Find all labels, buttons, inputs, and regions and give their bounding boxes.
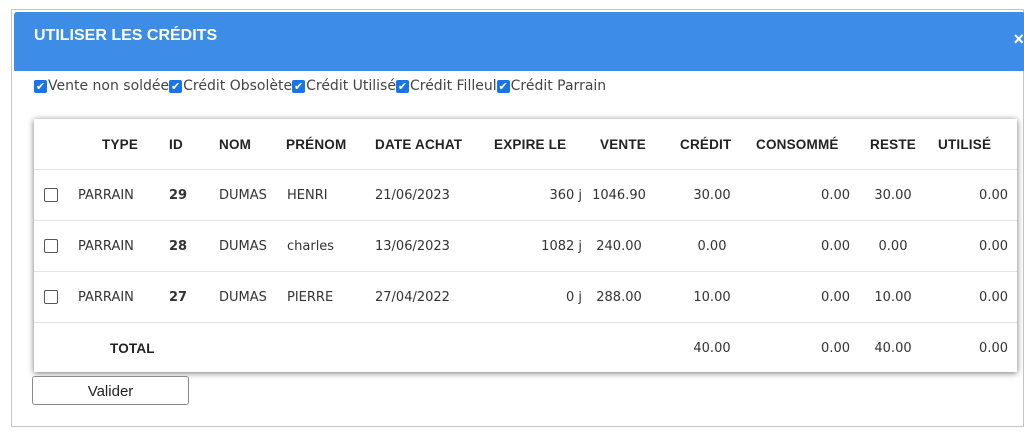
checkbox-checked-icon[interactable]: ✔	[169, 79, 183, 93]
cell-expire: 1082 j	[541, 239, 582, 254]
validate-button[interactable]: Valider	[32, 376, 189, 405]
cell-utilise: 0.00	[979, 188, 1008, 203]
col-nom[interactable]: NOM	[219, 119, 251, 170]
col-consomme[interactable]: CONSOMMÉ	[756, 119, 839, 170]
cell-nom: DUMAS	[219, 290, 267, 305]
dialog-titlebar: UTILISER LES CRÉDITS ×	[14, 12, 1024, 71]
filter-label: Crédit Parrain	[510, 78, 607, 94]
table-row[interactable]: PARRAIN 27 DUMAS PIERRE 27/04/2022 0 j 2…	[34, 272, 1017, 323]
cell-prenom: HENRI	[287, 188, 328, 203]
cell-utilise: 0.00	[979, 239, 1008, 254]
total-credit: 40.00	[693, 341, 731, 356]
cell-reste: 30.00	[874, 188, 912, 203]
col-date-achat[interactable]: DATE ACHAT	[375, 119, 462, 170]
cell-id: 28	[169, 239, 188, 254]
cell-credit: 0.00	[697, 239, 727, 254]
credits-dialog: UTILISER LES CRÉDITS × ✔ Vente non soldée…	[11, 9, 1024, 427]
cell-type: PARRAIN	[78, 290, 134, 305]
checkbox-checked-icon[interactable]: ✔	[292, 79, 306, 93]
cell-expire: 360 j	[549, 188, 582, 203]
cell-prenom: PIERRE	[287, 290, 334, 305]
cell-date-achat: 27/04/2022	[375, 290, 450, 305]
col-prenom[interactable]: PRÉNOM	[286, 119, 346, 170]
cell-credit: 30.00	[693, 188, 731, 203]
filter-bar: ✔ Vente non soldée ✔ Crédit Obsolète ✔ Créd…	[34, 78, 606, 94]
total-utilise: 0.00	[979, 341, 1008, 356]
col-type[interactable]: TYPE	[102, 119, 138, 170]
col-utilise[interactable]: UTILISÉ	[938, 119, 991, 170]
col-id[interactable]: ID	[169, 119, 183, 170]
table-row[interactable]: PARRAIN 28 DUMAS charles 13/06/2023 1082…	[34, 221, 1017, 272]
cell-nom: DUMAS	[219, 188, 267, 203]
checkbox-checked-icon[interactable]: ✔	[496, 79, 510, 93]
cell-type: PARRAIN	[78, 188, 134, 203]
checkbox-checked-icon[interactable]: ✔	[34, 79, 47, 93]
filter-vente-non-soldee[interactable]: ✔ Vente non soldée	[34, 78, 169, 94]
cell-date-achat: 13/06/2023	[375, 239, 450, 254]
cell-vente: 1046.90	[592, 188, 646, 203]
row-checkbox[interactable]	[44, 290, 58, 304]
checkbox-checked-icon[interactable]: ✔	[395, 79, 409, 93]
total-label: TOTAL	[110, 341, 155, 356]
col-credit[interactable]: CRÉDIT	[680, 119, 731, 170]
filter-credit-filleul[interactable]: ✔ Crédit Filleul	[395, 78, 497, 94]
cell-credit: 10.00	[693, 290, 731, 305]
table-header: TYPE ID NOM PRÉNOM DATE ACHAT EXPIRE LE …	[34, 119, 1017, 170]
col-expire-le[interactable]: EXPIRE LE	[494, 119, 566, 170]
cell-type: PARRAIN	[78, 239, 134, 254]
cell-nom: DUMAS	[219, 239, 267, 254]
cell-id: 29	[169, 188, 188, 203]
cell-date-achat: 21/06/2023	[375, 188, 450, 203]
cell-consomme: 0.00	[821, 239, 850, 254]
filter-label: Crédit Utilisé	[306, 78, 396, 94]
cell-utilise: 0.00	[979, 290, 1008, 305]
col-vente[interactable]: VENTE	[600, 119, 646, 170]
cell-consomme: 0.00	[821, 188, 850, 203]
row-checkbox[interactable]	[44, 188, 58, 202]
filter-label: Vente non soldée	[48, 78, 170, 94]
dialog-title: UTILISER LES CRÉDITS	[34, 27, 218, 44]
cell-consomme: 0.00	[821, 290, 850, 305]
cell-reste: 0.00	[878, 239, 908, 254]
cell-reste: 10.00	[874, 290, 912, 305]
col-reste[interactable]: RESTE	[870, 119, 916, 170]
table-total-row: TOTAL 40.00 0.00 40.00 0.00	[34, 323, 1017, 374]
total-reste: 40.00	[874, 341, 912, 356]
cell-expire: 0 j	[565, 290, 582, 305]
row-checkbox[interactable]	[44, 239, 58, 253]
total-consomme: 0.00	[821, 341, 850, 356]
filter-credit-parrain[interactable]: ✔ Crédit Parrain	[496, 78, 607, 94]
filter-credit-utilise[interactable]: ✔ Crédit Utilisé	[292, 78, 396, 94]
cell-vente: 240.00	[596, 239, 642, 254]
filter-label: Crédit Filleul	[409, 78, 497, 94]
cell-prenom: charles	[287, 239, 335, 254]
cell-id: 27	[169, 290, 188, 305]
table-row[interactable]: PARRAIN 29 DUMAS HENRI 21/06/2023 360 j …	[34, 170, 1017, 221]
filter-credit-obsolete[interactable]: ✔ Crédit Obsolète	[169, 78, 292, 94]
filter-label: Crédit Obsolète	[183, 78, 293, 94]
cell-vente: 288.00	[596, 290, 642, 305]
close-icon[interactable]: ×	[1013, 29, 1024, 50]
credits-table: TYPE ID NOM PRÉNOM DATE ACHAT EXPIRE LE …	[34, 119, 1017, 372]
